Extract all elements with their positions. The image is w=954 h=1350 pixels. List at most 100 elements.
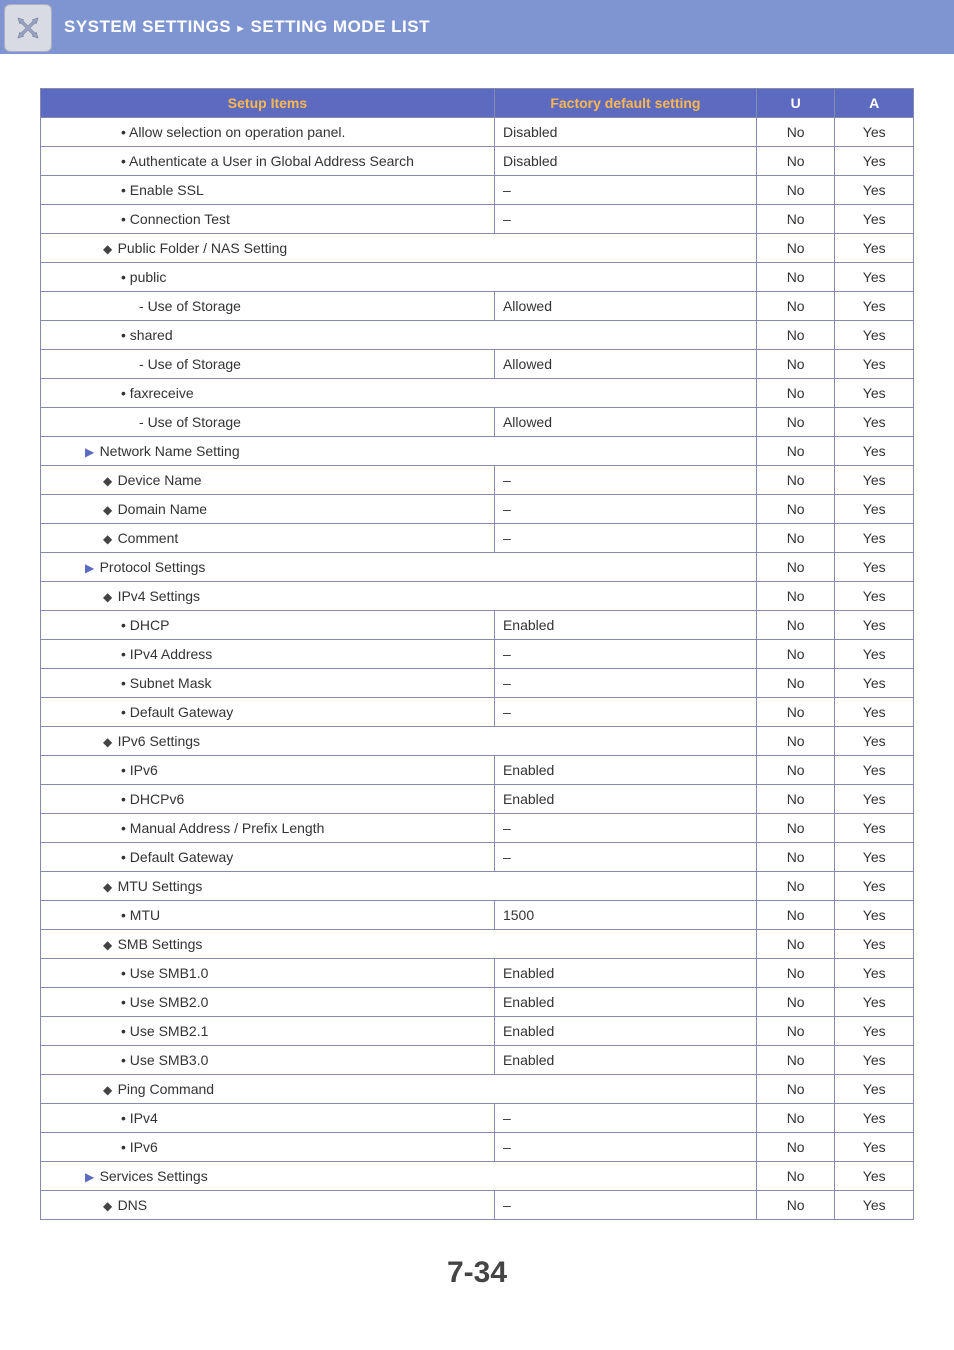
- u-cell: No: [756, 350, 835, 379]
- setup-item-cell: - Use of Storage: [41, 408, 495, 437]
- setup-item-cell: • Subnet Mask: [41, 669, 495, 698]
- factory-cell: Disabled: [494, 147, 756, 176]
- item-label: Manual Address / Prefix Length: [130, 820, 325, 836]
- item-label: IPv6: [130, 762, 158, 778]
- bullet-icon: •: [121, 327, 130, 343]
- col-a: A: [835, 89, 914, 118]
- diamond-icon: ◆: [103, 503, 116, 517]
- setup-item-cell: • Allow selection on operation panel.: [41, 118, 495, 147]
- item-label: Device Name: [118, 472, 202, 488]
- setup-item-cell: • faxreceive: [41, 379, 757, 408]
- a-cell: Yes: [835, 1017, 914, 1046]
- page-number: 7-34: [0, 1256, 954, 1320]
- bullet-icon: •: [121, 617, 130, 633]
- u-cell: No: [756, 379, 835, 408]
- item-label: DNS: [118, 1197, 148, 1213]
- bullet-icon: •: [121, 1023, 130, 1039]
- u-cell: No: [756, 582, 835, 611]
- table-row: ▶ Network Name SettingNoYes: [41, 437, 914, 466]
- bullet-icon: •: [121, 762, 130, 778]
- table-row: • IPv6EnabledNoYes: [41, 756, 914, 785]
- table-row: • Use SMB2.1EnabledNoYes: [41, 1017, 914, 1046]
- item-label: IPv4 Address: [130, 646, 213, 662]
- item-label: Use of Storage: [148, 414, 241, 430]
- a-cell: Yes: [835, 669, 914, 698]
- bullet-icon: •: [121, 994, 130, 1010]
- setup-item-cell: • Enable SSL: [41, 176, 495, 205]
- diamond-icon: ◆: [103, 735, 116, 749]
- factory-cell: –: [494, 843, 756, 872]
- factory-cell: Enabled: [494, 1017, 756, 1046]
- u-cell: No: [756, 669, 835, 698]
- a-cell: Yes: [835, 698, 914, 727]
- u-cell: No: [756, 1046, 835, 1075]
- a-cell: Yes: [835, 553, 914, 582]
- a-cell: Yes: [835, 321, 914, 350]
- bullet-icon: •: [121, 849, 130, 865]
- table-row: • sharedNoYes: [41, 321, 914, 350]
- u-cell: No: [756, 698, 835, 727]
- arrow-right-icon: ▶: [85, 1170, 98, 1184]
- table-row: ◆ Ping CommandNoYes: [41, 1075, 914, 1104]
- a-cell: Yes: [835, 147, 914, 176]
- setup-item-cell: ◆ Comment: [41, 524, 495, 553]
- a-cell: Yes: [835, 756, 914, 785]
- u-cell: No: [756, 466, 835, 495]
- diamond-icon: ◆: [103, 1199, 116, 1213]
- setup-item-cell: ◆ SMB Settings: [41, 930, 757, 959]
- u-cell: No: [756, 1075, 835, 1104]
- u-cell: No: [756, 263, 835, 292]
- setup-item-cell: • DHCPv6: [41, 785, 495, 814]
- setup-item-cell: ◆ MTU Settings: [41, 872, 757, 901]
- item-label: Enable SSL: [130, 182, 204, 198]
- setup-item-cell: • Manual Address / Prefix Length: [41, 814, 495, 843]
- table-row: • publicNoYes: [41, 263, 914, 292]
- table-row: • DHCPEnabledNoYes: [41, 611, 914, 640]
- factory-cell: Enabled: [494, 756, 756, 785]
- header-part2: SETTING MODE LIST: [251, 17, 430, 36]
- setup-item-cell: ◆ DNS: [41, 1191, 495, 1220]
- factory-cell: Enabled: [494, 959, 756, 988]
- factory-cell: –: [494, 1133, 756, 1162]
- u-cell: No: [756, 843, 835, 872]
- header-part1: SYSTEM SETTINGS: [64, 17, 231, 36]
- factory-cell: Enabled: [494, 611, 756, 640]
- setup-item-cell: ◆ IPv4 Settings: [41, 582, 757, 611]
- table-row: • Use SMB2.0EnabledNoYes: [41, 988, 914, 1017]
- setup-item-cell: • Authenticate a User in Global Address …: [41, 147, 495, 176]
- u-cell: No: [756, 959, 835, 988]
- setup-item-cell: • IPv6: [41, 756, 495, 785]
- item-label: Default Gateway: [130, 704, 234, 720]
- item-label: Use SMB3.0: [130, 1052, 209, 1068]
- item-label: Use of Storage: [148, 298, 241, 314]
- content-area: Setup Items Factory default setting U A …: [0, 54, 954, 1230]
- setup-item-cell: • Use SMB1.0: [41, 959, 495, 988]
- setup-item-cell: ◆ Domain Name: [41, 495, 495, 524]
- factory-cell: –: [494, 1104, 756, 1133]
- a-cell: Yes: [835, 901, 914, 930]
- arrow-right-icon: ▶: [85, 445, 98, 459]
- a-cell: Yes: [835, 263, 914, 292]
- item-label: Ping Command: [118, 1081, 215, 1097]
- bullet-icon: •: [121, 820, 130, 836]
- setup-item-cell: ▶ Protocol Settings: [41, 553, 757, 582]
- table-row: • Use SMB3.0EnabledNoYes: [41, 1046, 914, 1075]
- u-cell: No: [756, 1104, 835, 1133]
- bullet-icon: •: [121, 124, 129, 140]
- setup-item-cell: • shared: [41, 321, 757, 350]
- factory-cell: Enabled: [494, 988, 756, 1017]
- item-label: IPv6: [130, 1139, 158, 1155]
- bullet-icon: •: [121, 1139, 130, 1155]
- u-cell: No: [756, 118, 835, 147]
- factory-cell: –: [494, 524, 756, 553]
- u-cell: No: [756, 292, 835, 321]
- table-row: • IPv6–NoYes: [41, 1133, 914, 1162]
- table-row: ▶ Protocol SettingsNoYes: [41, 553, 914, 582]
- setup-item-cell: • IPv6: [41, 1133, 495, 1162]
- setup-item-cell: ▶ Network Name Setting: [41, 437, 757, 466]
- setup-item-cell: • Default Gateway: [41, 843, 495, 872]
- a-cell: Yes: [835, 814, 914, 843]
- u-cell: No: [756, 437, 835, 466]
- table-row: ◆ SMB SettingsNoYes: [41, 930, 914, 959]
- factory-cell: –: [494, 176, 756, 205]
